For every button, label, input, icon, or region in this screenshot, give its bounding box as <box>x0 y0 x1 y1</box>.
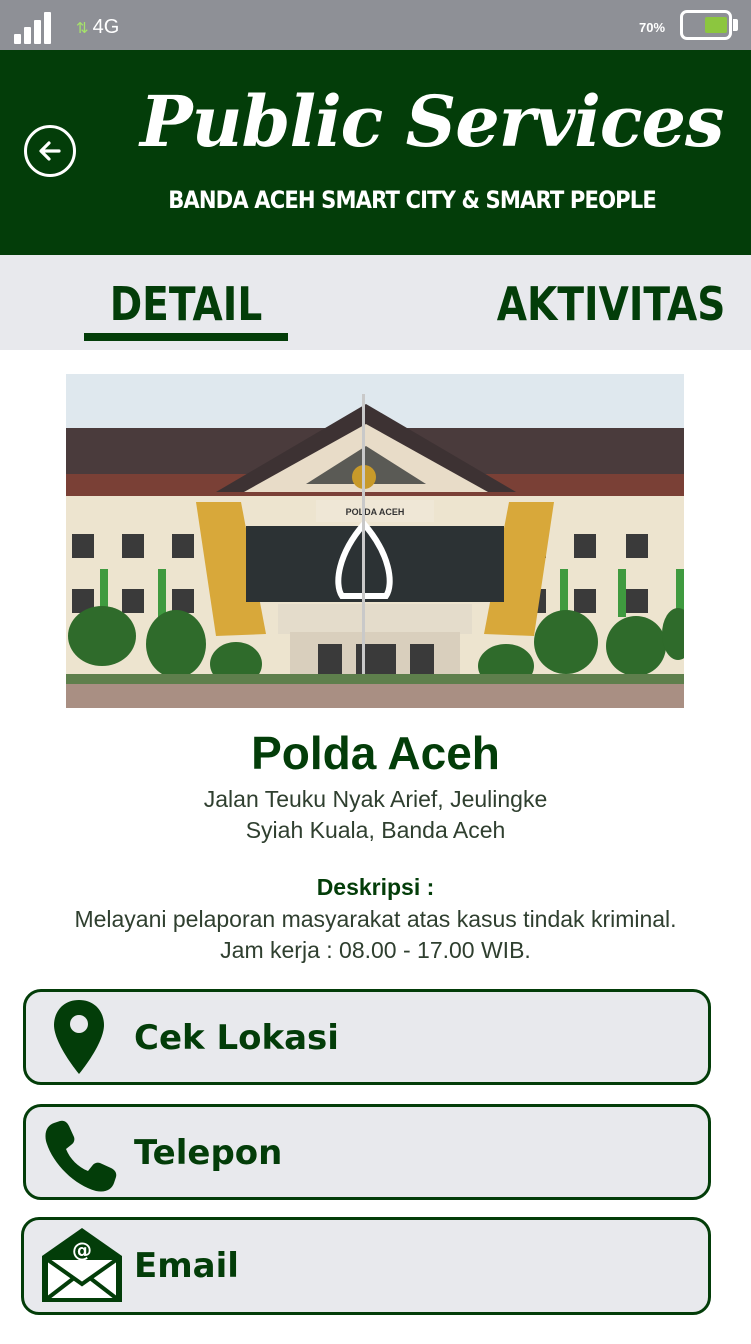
app-subtitle: BANDA ACEH SMART CITY & SMART PEOPLE <box>168 186 657 214</box>
phone-button[interactable]: Telepon <box>23 1104 711 1200</box>
signal-strength-icon <box>14 12 54 44</box>
address-line-2: Syiah Kuala, Banda Aceh <box>245 817 506 843</box>
svg-text:@: @ <box>72 1238 92 1262</box>
data-transfer-icon: ⇅ <box>76 20 89 37</box>
place-photo: POLDA ACEH <box>66 374 684 708</box>
check-location-label: Cek Lokasi <box>134 1018 339 1058</box>
app-header: Public Services BANDA ACEH SMART CITY & … <box>0 50 751 255</box>
app-title: Public Services <box>140 80 724 163</box>
back-button[interactable] <box>24 125 76 177</box>
address-line-1: Jalan Teuku Nyak Arief, Jeulingke <box>203 786 548 812</box>
check-location-button[interactable]: Cek Lokasi <box>23 989 711 1085</box>
battery-icon <box>680 10 738 40</box>
place-address: Jalan Teuku Nyak Arief, Jeulingke Syiah … <box>0 784 751 846</box>
phone-label: Telepon <box>134 1133 283 1173</box>
battery-percentage: 70% <box>639 20 666 35</box>
email-label: Email <box>134 1246 239 1286</box>
tab-bar: DETAIL AKTIVITAS <box>0 255 751 350</box>
place-name: Polda Aceh <box>251 727 500 779</box>
network-type: 4G <box>92 16 120 38</box>
active-tab-indicator <box>84 333 288 341</box>
tab-aktivitas[interactable]: AKTIVITAS <box>497 277 726 331</box>
email-button[interactable]: @ Email <box>21 1217 711 1315</box>
description-label: Deskripsi : <box>316 874 435 900</box>
tab-detail[interactable]: DETAIL <box>99 277 272 331</box>
status-bar: ⇅ 4G 70% <box>0 0 751 50</box>
building-sign: POLDA ACEH <box>346 507 405 517</box>
description-text: Melayani pelaporan masyarakat atas kasus… <box>0 904 751 966</box>
arrow-left-icon <box>39 141 61 161</box>
map-pin-icon <box>44 996 114 1085</box>
description-line-1: Melayani pelaporan masyarakat atas kasus… <box>74 906 677 932</box>
network-indicator: ⇅ 4G <box>76 16 119 39</box>
description-line-2: Jam kerja : 08.00 - 17.00 WIB. <box>220 937 531 963</box>
envelope-icon: @ <box>40 1224 124 1313</box>
phone-icon <box>40 1113 124 1202</box>
